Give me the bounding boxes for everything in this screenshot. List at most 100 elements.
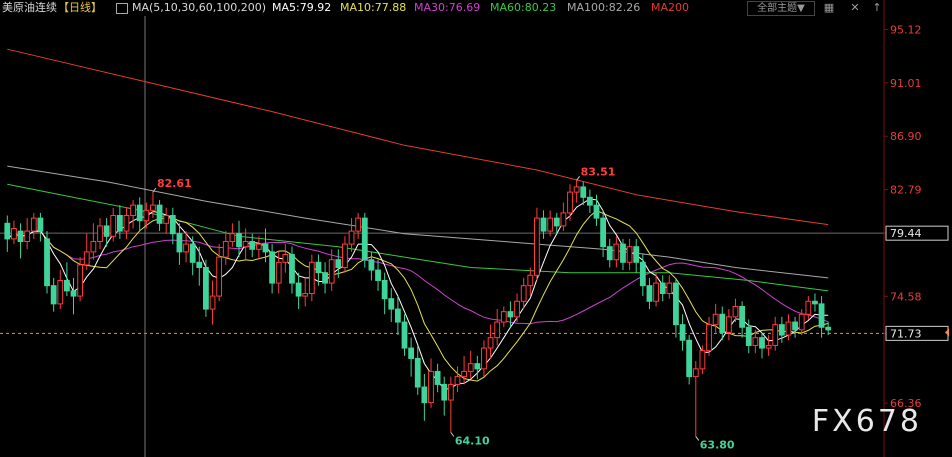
candle-body — [613, 243, 620, 261]
price-extreme-label: 83.51 — [581, 165, 616, 178]
candle-body — [249, 240, 256, 250]
candle-body — [183, 243, 189, 253]
candle-body — [434, 370, 441, 385]
candle-body — [686, 339, 693, 378]
candle-body — [441, 383, 448, 401]
candle-body — [4, 222, 11, 240]
candle-body — [44, 238, 50, 287]
candle-body — [302, 292, 309, 297]
candle-body — [454, 376, 461, 385]
ma10-value: MA10:77.88 — [340, 1, 407, 14]
candle-body — [394, 308, 401, 323]
candle-body — [699, 350, 706, 370]
candle-body — [772, 324, 779, 346]
candle-body — [150, 204, 156, 211]
candle-body — [673, 282, 679, 326]
candle-body — [222, 240, 229, 258]
candle-body — [103, 225, 110, 237]
candle-body — [282, 253, 289, 263]
candlestick-chart[interactable]: 82.61 83.51 64.10 63.80 95.12 91.01 86.90 82.7… — [0, 0, 952, 457]
candle-body — [798, 313, 805, 331]
candle-body — [586, 196, 593, 206]
candle-body — [514, 300, 520, 318]
candle-body — [639, 261, 646, 287]
candle-body — [719, 313, 726, 333]
candle-body — [620, 243, 626, 263]
candle-body — [778, 324, 785, 336]
candle-body — [368, 259, 375, 271]
candle-body — [461, 370, 467, 378]
ma5-value: MA5:79.92 — [272, 1, 332, 14]
candle-body — [236, 233, 242, 248]
candle-body — [328, 259, 335, 284]
candle-body — [30, 217, 37, 232]
candle-body — [447, 383, 454, 401]
candle-body — [739, 305, 746, 328]
candle-body — [361, 217, 368, 261]
candle-body — [342, 243, 348, 268]
candle-body — [110, 215, 117, 237]
candle-body — [428, 370, 434, 404]
candle-body — [229, 233, 236, 242]
candle-body — [70, 290, 77, 297]
candle-body — [560, 212, 567, 227]
candle-body — [540, 217, 547, 232]
y-tick-label: 74.58 — [890, 290, 922, 303]
candle-body — [50, 285, 57, 305]
candle-body — [57, 279, 64, 305]
candle-body — [123, 215, 130, 232]
candle-body — [567, 191, 573, 214]
candle-body — [679, 324, 686, 341]
candle-body — [401, 321, 408, 349]
candle-body — [785, 321, 792, 336]
candle-body — [176, 233, 183, 253]
theme-select[interactable]: 全部主题▼ — [747, 1, 815, 16]
up-arrow-icon[interactable]: ↑ — [870, 1, 884, 14]
candle-body — [130, 204, 136, 217]
candle-body — [765, 344, 772, 349]
chart-settings-icon[interactable] — [116, 3, 128, 14]
candle-body — [421, 386, 428, 404]
y-tick-label: 95.12 — [890, 23, 922, 36]
candle-body — [812, 300, 818, 305]
period-label: 【日线】 — [58, 1, 102, 14]
candle-body — [90, 240, 97, 253]
y-tick-label: 86.90 — [890, 130, 922, 143]
symbol-label: 美原油连续 — [2, 1, 57, 14]
candle-body — [692, 368, 699, 378]
candle-body — [322, 272, 328, 284]
ma30-value: MA30:76.69 — [414, 1, 481, 14]
candle-body — [725, 316, 732, 333]
candle-body — [792, 321, 798, 331]
price-extreme-label: 82.61 — [157, 177, 192, 190]
price-tag-label: 71.73 — [890, 327, 922, 340]
candle-body — [494, 321, 501, 339]
candle-body — [163, 215, 170, 224]
candle-body — [408, 347, 415, 359]
candle-body — [474, 363, 481, 370]
candle-body — [196, 261, 203, 268]
grid-icon[interactable]: ▦ — [822, 1, 836, 14]
candle-body — [388, 298, 395, 310]
candle-body — [467, 363, 474, 372]
candle-body — [706, 324, 712, 352]
candle-body — [547, 217, 554, 232]
candle-body — [606, 246, 613, 261]
close-icon[interactable]: ✕ — [848, 1, 862, 14]
candle-body — [534, 217, 540, 276]
candle-body — [659, 282, 666, 294]
price-extreme-label: 63.80 — [700, 438, 735, 451]
price-tag-label: 79.44 — [890, 227, 922, 240]
candle-body — [712, 313, 719, 326]
candle-body — [24, 230, 31, 242]
candle-body — [216, 256, 223, 297]
candle-body — [209, 295, 216, 310]
candle-body — [348, 230, 355, 245]
candle-body — [732, 305, 739, 318]
candle-body — [487, 337, 494, 349]
candle-body — [37, 217, 44, 232]
candle-body — [136, 204, 143, 222]
candle-body — [262, 243, 269, 253]
candle-body — [143, 209, 150, 222]
candle-body — [308, 261, 315, 294]
